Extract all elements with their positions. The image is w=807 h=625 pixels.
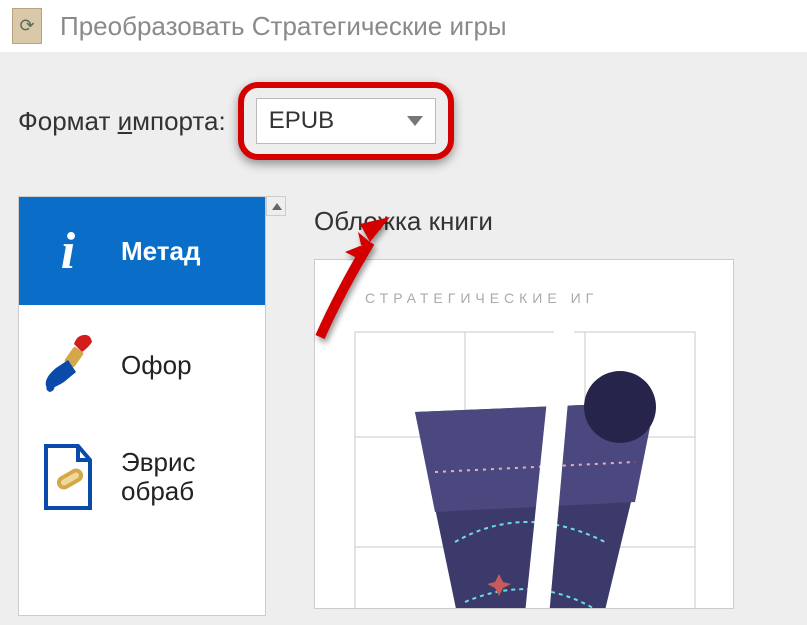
label-text: мпорта: — [132, 106, 226, 136]
sidebar-item-heuristic[interactable]: Эврис обраб — [19, 425, 265, 529]
import-format-label: Формат импорта: — [18, 106, 226, 137]
import-format-row: Формат импорта: EPUB — [18, 82, 789, 160]
cover-illustration — [345, 322, 725, 609]
import-format-combobox[interactable]: EPUB — [256, 98, 436, 144]
window-titlebar: Преобразовать Стратегические игры — [0, 0, 807, 52]
annotation-arrow-icon — [290, 212, 420, 342]
brush-icon — [33, 325, 103, 405]
sidebar-item-label-group: Эврис обраб — [121, 448, 195, 505]
highlight-annotation: EPUB — [238, 82, 454, 160]
label-mnemonic: и — [118, 106, 133, 136]
sidebar-item-label: Эврис — [121, 448, 195, 477]
sidebar-item-label: Офор — [121, 350, 192, 381]
sidebar-container: Метад Офор — [18, 196, 266, 616]
category-sidebar[interactable]: Метад Офор — [18, 196, 266, 616]
app-icon — [12, 8, 42, 44]
dialog-content: Формат импорта: EPUB Метад — [0, 52, 807, 625]
window-title: Преобразовать Стратегические игры — [60, 11, 507, 42]
document-icon — [33, 437, 103, 517]
info-icon — [33, 211, 103, 291]
label-text: Формат — [18, 106, 118, 136]
sidebar-item-label: обраб — [121, 477, 195, 506]
sidebar-item-metadata[interactable]: Метад — [19, 197, 265, 305]
sidebar-item-label: Метад — [121, 236, 200, 267]
chevron-down-icon — [407, 116, 423, 126]
scroll-up-button[interactable] — [266, 196, 286, 216]
combobox-value: EPUB — [269, 107, 334, 135]
sidebar-item-look-feel[interactable]: Офор — [19, 305, 265, 425]
